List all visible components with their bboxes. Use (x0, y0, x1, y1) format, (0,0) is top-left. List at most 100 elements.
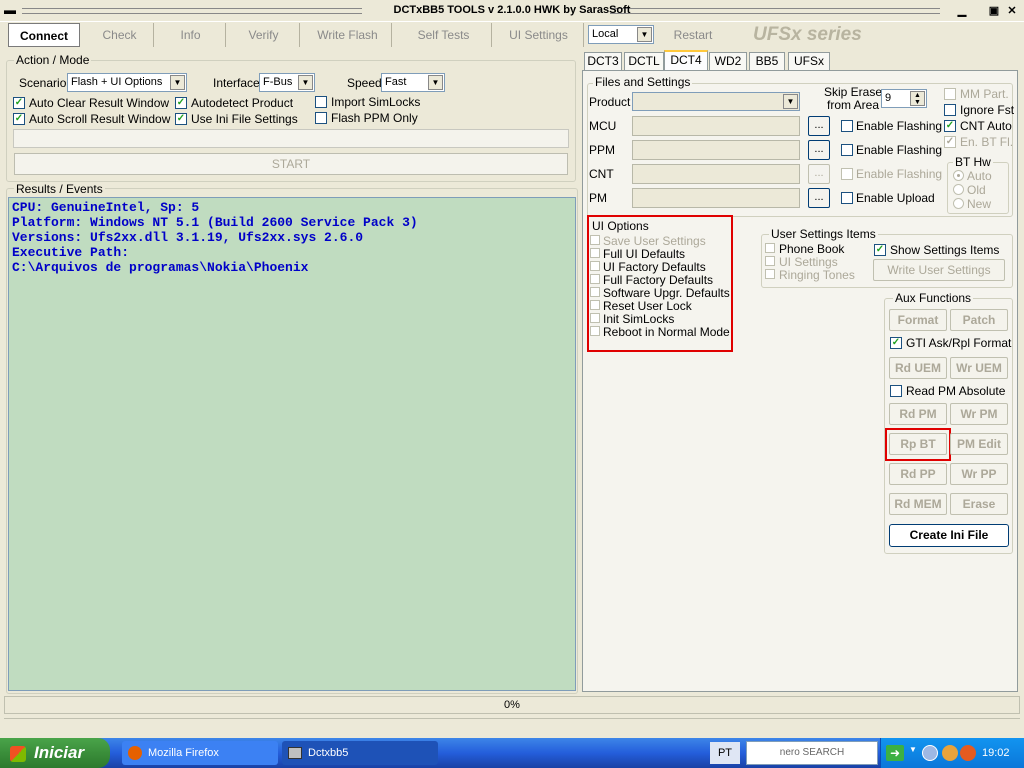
reboot-normal-mode-checkbox[interactable] (590, 326, 600, 336)
pm-upload-checkbox[interactable] (841, 192, 853, 204)
write-flash-button[interactable]: Write Flash (304, 23, 392, 47)
reboot-normal-mode-label: Reboot in Normal Mode (603, 325, 730, 339)
pm-upload-label: Enable Upload (856, 191, 935, 205)
tab-ufsx[interactable]: UFSx (788, 52, 830, 70)
spinner-arrows-icon[interactable]: ▲ ▼ (910, 91, 925, 106)
software-upgr-defaults-checkbox[interactable] (590, 287, 600, 297)
rp-bt-button[interactable]: Rp BT (889, 433, 947, 455)
network-icon[interactable] (942, 745, 958, 761)
maximize-button[interactable]: ▣ (986, 4, 1002, 18)
init-simlocks-checkbox[interactable] (590, 313, 600, 323)
ringing-tones-checkbox[interactable] (765, 269, 775, 279)
cnt-enable-checkbox[interactable] (841, 168, 853, 180)
create-ini-file-button[interactable]: Create Ini File (889, 524, 1009, 547)
tab-dctl[interactable]: DCTL (624, 52, 664, 70)
phone-book-label: Phone Book (779, 242, 845, 256)
gti-ask-checkbox[interactable]: ✓ (890, 337, 902, 349)
bt-new-radio[interactable] (953, 198, 964, 209)
auto-scroll-checkbox[interactable]: ✓ (13, 113, 25, 125)
write-user-settings-button[interactable]: Write User Settings (873, 259, 1005, 281)
full-factory-defaults-checkbox[interactable] (590, 274, 600, 284)
arrow-right-icon[interactable]: ➜ (886, 745, 904, 761)
ppm-enable-checkbox[interactable] (841, 144, 853, 156)
ppm-browse-button[interactable]: ... (808, 140, 830, 160)
tab-dct4[interactable]: DCT4 (664, 50, 708, 71)
wr-pp-button[interactable]: Wr PP (950, 463, 1008, 485)
task-dctxbb5[interactable]: Dctxbb5 (282, 741, 438, 765)
ppm-field[interactable] (632, 140, 800, 160)
ignore-fst-checkbox[interactable] (944, 104, 956, 116)
autodetect-product-checkbox[interactable]: ✓ (175, 97, 187, 109)
task-firefox[interactable]: Mozilla Firefox (122, 741, 278, 765)
full-ui-defaults-checkbox[interactable] (590, 248, 600, 258)
erase-button[interactable]: Erase (950, 493, 1008, 515)
show-settings-items-checkbox[interactable]: ✓ (874, 244, 886, 256)
flash-ppm-only-checkbox[interactable] (315, 112, 327, 124)
tab-dct3[interactable]: DCT3 (584, 52, 622, 70)
wr-pm-button[interactable]: Wr PM (950, 403, 1008, 425)
mcu-field[interactable] (632, 116, 800, 136)
auto-clear-label: Auto Clear Result Window (29, 96, 170, 110)
tab-bb5[interactable]: BB5 (749, 52, 785, 70)
interface-select[interactable]: F-Bus ▼ (259, 73, 315, 92)
format-button[interactable]: Format (889, 309, 947, 331)
ui-settings-button[interactable]: UI Settings (494, 23, 584, 47)
start-menu-button[interactable]: Iniciar (0, 738, 110, 768)
phone-book-checkbox[interactable] (765, 243, 775, 253)
minimize-button[interactable]: ▁ (954, 4, 970, 18)
cnt-auto-checkbox[interactable]: ✓ (944, 120, 956, 132)
nero-search-box[interactable]: nero SEARCH (746, 741, 878, 765)
log-line: CPU: GenuineIntel, Sp: 5 (12, 200, 200, 215)
wr-uem-button[interactable]: Wr UEM (950, 357, 1008, 379)
cnt-browse-button[interactable]: ... (808, 164, 830, 184)
chevron-down-icon[interactable]: ▼ (909, 745, 917, 754)
read-pm-absolute-checkbox[interactable] (890, 385, 902, 397)
reset-user-lock-checkbox[interactable] (590, 300, 600, 310)
product-select[interactable]: ▼ (632, 92, 800, 111)
mm-part-label: MM Part. (960, 87, 1009, 101)
patch-button[interactable]: Patch (950, 309, 1008, 331)
cnt-field[interactable] (632, 164, 800, 184)
auto-scroll-label: Auto Scroll Result Window (29, 112, 171, 126)
firefox-icon (128, 746, 142, 760)
info-button[interactable]: Info (156, 23, 226, 47)
restart-button[interactable]: Restart (658, 23, 728, 47)
mode-select[interactable]: Local ▼ (588, 25, 654, 44)
log-line: Versions: Ufs2xx.dll 3.1.19, Ufs2xx.sys … (12, 230, 364, 245)
language-indicator[interactable]: PT (710, 742, 740, 764)
tab-wd2[interactable]: WD2 (709, 52, 747, 70)
import-simlocks-checkbox[interactable] (315, 96, 327, 108)
close-button[interactable]: ✕ (1004, 4, 1020, 18)
self-tests-button[interactable]: Self Tests (396, 23, 492, 47)
speed-select[interactable]: Fast ▼ (381, 73, 445, 92)
ui-factory-defaults-label: UI Factory Defaults (603, 260, 706, 274)
auto-clear-checkbox[interactable]: ✓ (13, 97, 25, 109)
rd-pm-button[interactable]: Rd PM (889, 403, 947, 425)
chevron-down-icon: ▼ (298, 75, 313, 90)
mcu-browse-button[interactable]: ... (808, 116, 830, 136)
ui-factory-defaults-checkbox[interactable] (590, 261, 600, 271)
results-log[interactable]: CPU: GenuineIntel, Sp: 5 Platform: Windo… (8, 197, 576, 691)
rd-uem-button[interactable]: Rd UEM (889, 357, 947, 379)
back-arrow-icon[interactable] (922, 745, 938, 761)
skip-erase-spinner[interactable]: 9 ▲ ▼ (881, 89, 927, 108)
connect-button[interactable]: Connect (8, 23, 80, 47)
save-user-settings-checkbox[interactable] (590, 235, 600, 245)
en-bt-fl-checkbox[interactable]: ✓ (944, 136, 956, 148)
tray-app-icon[interactable] (960, 745, 976, 761)
scenario-select[interactable]: Flash + UI Options ▼ (67, 73, 187, 92)
rd-pp-button[interactable]: Rd PP (889, 463, 947, 485)
pm-edit-button[interactable]: PM Edit (950, 433, 1008, 455)
mm-part-checkbox[interactable] (944, 88, 956, 100)
ui-settings-item-checkbox[interactable] (765, 256, 775, 266)
start-button[interactable]: START (14, 153, 568, 175)
check-button[interactable]: Check (86, 23, 154, 47)
verify-button[interactable]: Verify (228, 23, 300, 47)
pm-field[interactable] (632, 188, 800, 208)
bt-old-radio[interactable] (953, 184, 964, 195)
mcu-enable-checkbox[interactable] (841, 120, 853, 132)
bt-auto-radio[interactable] (953, 170, 964, 181)
use-ini-file-checkbox[interactable]: ✓ (175, 113, 187, 125)
rd-mem-button[interactable]: Rd MEM (889, 493, 947, 515)
pm-browse-button[interactable]: ... (808, 188, 830, 208)
